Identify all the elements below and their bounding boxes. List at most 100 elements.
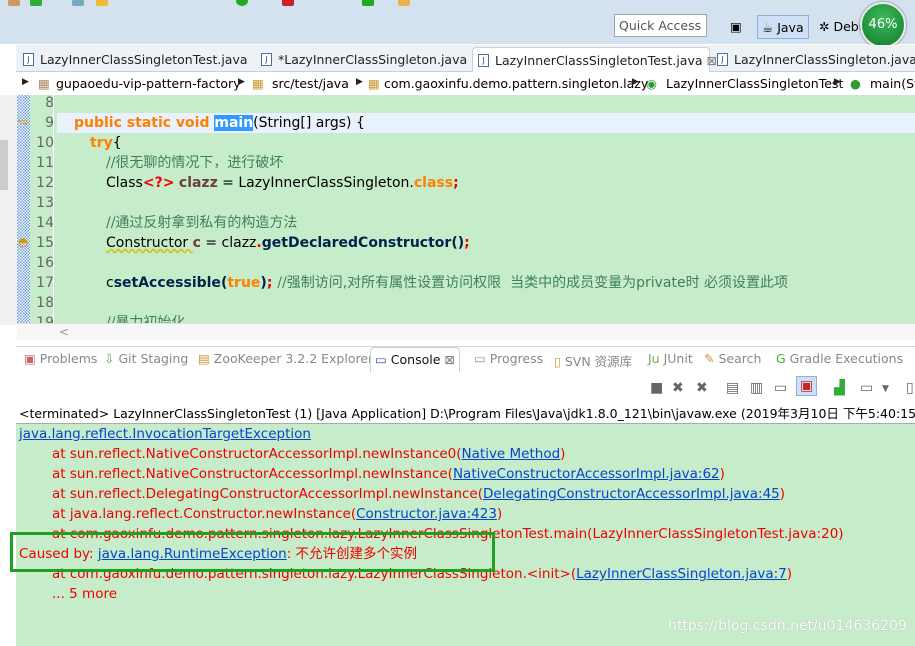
editor-tab[interactable]: J LazyInnerClassSingleton.java bbox=[712, 47, 915, 72]
tab-gradle[interactable]: G Gradle Executions bbox=[776, 351, 903, 366]
stack-link[interactable]: NativeConstructorAccessorImpl.java:62 bbox=[453, 466, 720, 482]
breadcrumb-item[interactable]: com.gaoxinfu.demo.pattern.singleton.lazy bbox=[384, 76, 648, 91]
tab-label: LazyInnerClassSingleton.java bbox=[734, 52, 915, 67]
toolbar-icon[interactable] bbox=[8, 0, 20, 6]
toolbar-icon[interactable] bbox=[72, 0, 84, 6]
panel-tabs: ▣ Problems ⇩ Git Staging ▤ ZooKeeper 3.2… bbox=[16, 346, 915, 373]
stack-link[interactable]: DelegatingConstructorAccessorImpl.java:4… bbox=[483, 486, 780, 502]
remove-all-icon[interactable]: ✖ bbox=[696, 380, 708, 396]
close-icon[interactable]: ⊠ bbox=[444, 352, 454, 367]
perspective-java[interactable]: ☕ Java bbox=[757, 15, 809, 39]
code-line: try{ bbox=[90, 135, 122, 151]
console-line: at sun.reflect.DelegatingConstructorAcce… bbox=[52, 486, 786, 502]
stack-link[interactable]: Constructor.java:423 bbox=[356, 506, 497, 522]
java-file-icon: J bbox=[261, 53, 272, 66]
code-editor[interactable]: ⇨ ◓ 8 9 10 11 12 13 14 15 16 17 18 19 pu… bbox=[17, 95, 915, 323]
toolbar-icon[interactable] bbox=[362, 0, 374, 6]
tab-problems[interactable]: ▣ Problems bbox=[24, 351, 97, 366]
line-number: 19 bbox=[36, 315, 54, 323]
clear-console-icon[interactable]: ▤ bbox=[726, 380, 739, 396]
tab-label: *LazyInnerClassSingleton.java bbox=[278, 52, 468, 67]
chevron-right-icon: ▶ bbox=[238, 77, 245, 87]
line-number: 17 bbox=[36, 275, 54, 291]
breadcrumb-item[interactable]: gupaoedu-vip-pattern-factory bbox=[56, 76, 241, 91]
breadcrumb-item[interactable]: LazyInnerClassSingletonTest bbox=[666, 76, 843, 91]
folder-icon[interactable] bbox=[398, 0, 410, 6]
line-number: 16 bbox=[36, 255, 54, 271]
horizontal-scrollbar[interactable]: < bbox=[17, 323, 915, 340]
show-stdout-icon[interactable]: ▭ bbox=[774, 380, 787, 396]
chevron-down-icon[interactable]: ▼ bbox=[882, 384, 889, 394]
breadcrumb-item[interactable]: main(Str bbox=[870, 76, 915, 91]
breadcrumb-item[interactable]: src/test/java bbox=[272, 76, 349, 91]
warning-bulb-icon: ◓ bbox=[18, 235, 29, 249]
svn-icon: ▯ bbox=[554, 354, 561, 369]
chevron-right-icon: ▶ bbox=[834, 77, 841, 87]
watermark: https://blog.csdn.net/u014636209 bbox=[668, 618, 907, 634]
selected-text: main bbox=[214, 115, 254, 131]
stack-link[interactable]: Native Method bbox=[462, 446, 561, 462]
console-toolbar: ■ ✖ ✖ ▤ ▥ ▭ ▣ ▟ ▭ ▼ ▯ bbox=[16, 372, 915, 402]
display-console-icon[interactable]: ▭ bbox=[860, 380, 873, 396]
stack-link[interactable]: java.lang.reflect.InvocationTargetExcept… bbox=[19, 426, 311, 442]
tab-label: LazyInnerClassSingletonTest.java bbox=[40, 52, 248, 67]
console-line: java.lang.reflect.InvocationTargetExcept… bbox=[19, 424, 311, 444]
code-line: Constructor c = clazz.getDeclaredConstru… bbox=[106, 235, 470, 251]
bug-icon: ✲ bbox=[819, 19, 830, 34]
code-comment: //很无聊的情况下，进行破坏 bbox=[106, 155, 284, 171]
line-number: 9 bbox=[45, 115, 54, 131]
console-line: at sun.reflect.NativeConstructorAccessor… bbox=[52, 466, 725, 482]
tab-git-staging[interactable]: ⇩ Git Staging bbox=[104, 351, 188, 366]
stack-link[interactable]: LazyInnerClassSingletonTest.java:20) bbox=[592, 526, 843, 542]
line-number: 8 bbox=[45, 95, 54, 111]
open-console-icon[interactable]: ▯ bbox=[906, 380, 914, 396]
line-number: 14 bbox=[36, 215, 54, 231]
run-icon[interactable] bbox=[236, 0, 248, 6]
left-trim-scroll[interactable] bbox=[0, 140, 8, 190]
tab-junit[interactable]: Ju JUnit bbox=[648, 351, 693, 366]
remove-launch-icon[interactable]: ✖ bbox=[672, 380, 684, 396]
scroll-lock-icon[interactable]: ▥ bbox=[750, 380, 763, 396]
chevron-right-icon: ▶ bbox=[632, 77, 639, 87]
java-perspective-icon: ☕ bbox=[762, 20, 774, 35]
git-icon: ⇩ bbox=[104, 351, 115, 366]
stack-link[interactable]: LazyInnerClassSingleton.java:7 bbox=[576, 566, 787, 582]
chevron-right-icon: ▶ bbox=[22, 77, 29, 87]
toolbar-icon[interactable] bbox=[282, 0, 294, 6]
tab-search[interactable]: ✎ Search bbox=[704, 351, 761, 366]
line-number: 13 bbox=[36, 195, 54, 211]
class-icon: ◉ bbox=[646, 76, 657, 91]
package-icon: ▦ bbox=[368, 76, 380, 91]
quick-access-input[interactable]: Quick Access bbox=[614, 14, 707, 37]
code-comment: //通过反射拿到私有的构造方法 bbox=[106, 215, 298, 231]
scroll-left-icon[interactable]: < bbox=[59, 325, 69, 339]
show-stderr-icon[interactable]: ▣ bbox=[796, 376, 818, 396]
code-line: public static void main(String[] args) { bbox=[74, 115, 365, 131]
tab-label: LazyInnerClassSingletonTest.java bbox=[495, 53, 703, 68]
java-file-icon: J bbox=[23, 53, 34, 66]
console-line: ... 5 more bbox=[52, 586, 118, 602]
code-line: Class<?> clazz = LazyInnerClassSingleton… bbox=[106, 175, 459, 191]
editor-tab[interactable]: J *LazyInnerClassSingleton.java bbox=[256, 47, 473, 72]
tab-console[interactable]: ▭ Console ⊠ bbox=[370, 347, 460, 373]
code-line: csetAccessible(true); //强制访问,对所有属性设置访问权限… bbox=[106, 275, 789, 291]
memory-gauge: 46% bbox=[860, 2, 906, 48]
project-icon: ▦ bbox=[38, 76, 50, 91]
zookeeper-icon: ▤ bbox=[198, 351, 210, 366]
terminate-icon[interactable]: ■ bbox=[650, 380, 663, 396]
search-icon: ✎ bbox=[704, 351, 715, 366]
java-file-icon: J bbox=[478, 54, 489, 67]
tab-zookeeper[interactable]: ▤ ZooKeeper 3.2.2 Explorer bbox=[198, 351, 373, 366]
junit-icon: Ju bbox=[648, 351, 660, 366]
pin-console-icon[interactable]: ▟ bbox=[834, 380, 845, 396]
console-header: <terminated> LazyInnerClassSingletonTest… bbox=[19, 406, 915, 421]
left-trim bbox=[0, 95, 17, 325]
editor-tab[interactable]: J LazyInnerClassSingletonTest.java bbox=[18, 47, 254, 72]
toolbar-icon[interactable] bbox=[96, 0, 108, 6]
tab-svn[interactable]: ▯ SVN 资源库 bbox=[554, 351, 632, 370]
tab-progress[interactable]: ▭ Progress bbox=[474, 351, 543, 366]
toolbar-icon[interactable] bbox=[30, 0, 42, 6]
java-file-icon: J bbox=[717, 53, 728, 66]
editor-tab-active[interactable]: J LazyInnerClassSingletonTest.java ⊠ bbox=[472, 47, 717, 72]
open-perspective-icon[interactable]: ▣ bbox=[726, 15, 746, 39]
